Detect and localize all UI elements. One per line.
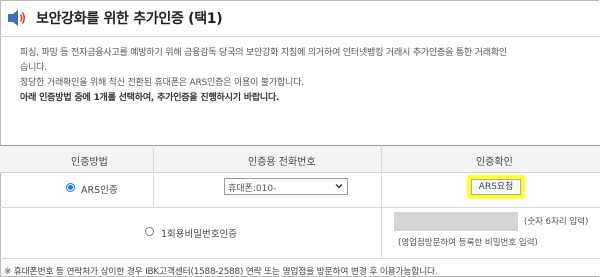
chevron-down-icon [335, 184, 343, 189]
column-divider [381, 172, 382, 208]
column-divider [153, 145, 154, 172]
notice-instruction: 아래 인증방법 중에 1개를 선택하여, 추가인증을 진행하시기 바랍니다. [20, 93, 280, 103]
phone-select[interactable]: 휴대폰:010- [224, 178, 348, 195]
column-divider [153, 172, 154, 208]
table-row-ars: ARS인증 휴대폰:010- ARS요청 [0, 172, 600, 208]
speaker-icon [8, 10, 26, 26]
otp-label: 1회용비밀번호인증 [161, 229, 237, 240]
page-title: 보안강화를 위한 추가인증 (택1) [36, 11, 223, 27]
table-row-otp: 1회용비밀번호인증 (숫자 6자리 입력) (영업점방문하여 등록한 비밀번호 … [0, 208, 600, 259]
otp-password-input[interactable] [394, 212, 518, 231]
ars-radio[interactable] [66, 183, 75, 192]
column-divider [381, 208, 382, 259]
column-header-confirm: 인증확인 [476, 157, 513, 168]
column-divider [381, 145, 382, 172]
ars-request-button[interactable]: ARS요청 [471, 179, 521, 195]
column-header-phone: 인증용 전화번호 [248, 157, 316, 168]
footer-note: ※ 휴대폰번호 등 연락처가 상이한 경우 IBK고객센터(1588-2588)… [4, 267, 438, 277]
column-header-method: 인증방법 [71, 157, 108, 168]
table-header-row: 인증방법 인증용 전화번호 인증확인 [0, 145, 600, 173]
section-header: 보안강화를 위한 추가인증 (택1) [0, 0, 600, 36]
notice-line: 피싱, 파밍 등 전자금융사고를 예방하기 위해 금융감독 당국의 보안강화 지… [20, 48, 507, 58]
phone-select-value: 휴대폰:010- [228, 184, 277, 194]
notice-line: 습니다. [20, 63, 47, 73]
ars-label: ARS인증 [81, 185, 118, 196]
notice-text: 피싱, 파밍 등 전자금융사고를 예방하기 위해 금융감독 당국의 보안강화 지… [20, 46, 598, 128]
notice-line: 정당한 거래확인을 위해 착신 전환된 휴대폰은 ARS인증은 이용이 불가합니… [20, 78, 304, 88]
otp-radio[interactable] [145, 227, 154, 236]
otp-hint: (숫자 6자리 입력) [524, 217, 589, 227]
divider [0, 36, 600, 37]
otp-hint-registered: (영업점방문하여 등록한 비밀번호 입력) [398, 238, 538, 248]
